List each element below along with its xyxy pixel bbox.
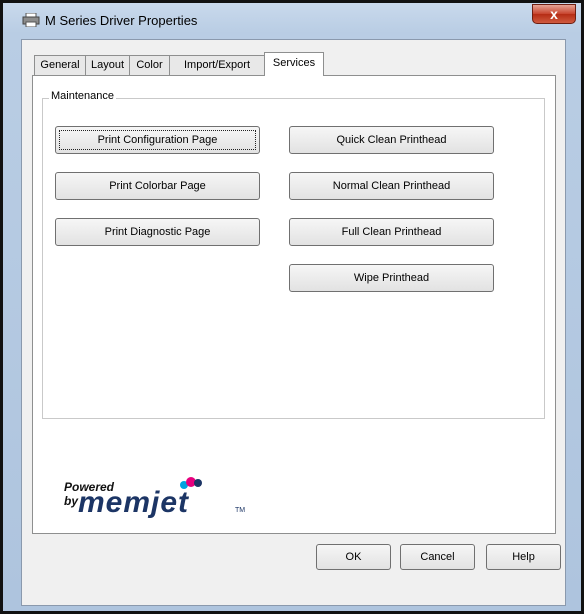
printer-icon [22,13,40,27]
tab-label: Import/Export [183,59,251,71]
cancel-button[interactable]: Cancel [400,544,475,570]
tab-general[interactable]: General [34,55,86,75]
tab-label: Color [136,59,163,71]
button-label: OK [345,551,362,563]
wipe-printhead-button[interactable]: Wipe Printhead [289,264,494,292]
full-clean-printhead-button[interactable]: Full Clean Printhead [289,218,494,246]
tab-color[interactable]: Color [129,55,170,75]
maintenance-label: Maintenance [49,90,116,102]
close-icon: x [550,6,558,22]
window-title: M Series Driver Properties [45,13,198,28]
tab-services[interactable]: Services [264,52,324,76]
quick-clean-printhead-button[interactable]: Quick Clean Printhead [289,126,494,154]
title-bar[interactable]: M Series Driver Properties x [3,3,581,37]
trademark-mark: TM [235,507,246,514]
tab-layout[interactable]: Layout [85,55,130,75]
memjet-wordmark: memjet [78,486,190,519]
print-configuration-page-button[interactable]: Print Configuration Page [55,126,260,154]
tab-label: Layout [90,59,125,71]
dialog-body: General Layout Color Import/Export Servi… [21,39,566,606]
button-label: Print Configuration Page [97,134,218,146]
maintenance-group: Maintenance Print Configuration Page Pri… [42,90,545,419]
button-label: Help [512,551,535,563]
properties-window: M Series Driver Properties x General Lay… [3,3,581,611]
button-label: Print Colorbar Page [109,180,206,192]
tab-label: General [40,59,80,71]
tab-label: Services [272,57,316,69]
services-panel: Maintenance Print Configuration Page Pri… [32,75,556,534]
button-label: Quick Clean Printhead [336,134,447,146]
button-label: Full Clean Printhead [341,226,442,238]
close-button[interactable]: x [532,4,576,24]
help-button[interactable]: Help [486,544,561,570]
button-label: Wipe Printhead [353,272,430,284]
print-colorbar-page-button[interactable]: Print Colorbar Page [55,172,260,200]
button-label: Cancel [420,551,455,563]
normal-clean-printhead-button[interactable]: Normal Clean Printhead [289,172,494,200]
button-label: Print Diagnostic Page [104,226,211,238]
button-label: Normal Clean Printhead [332,180,451,192]
tab-import-export[interactable]: Import/Export [169,55,265,75]
ok-button[interactable]: OK [316,544,391,570]
print-diagnostic-page-button[interactable]: Print Diagnostic Page [55,218,260,246]
